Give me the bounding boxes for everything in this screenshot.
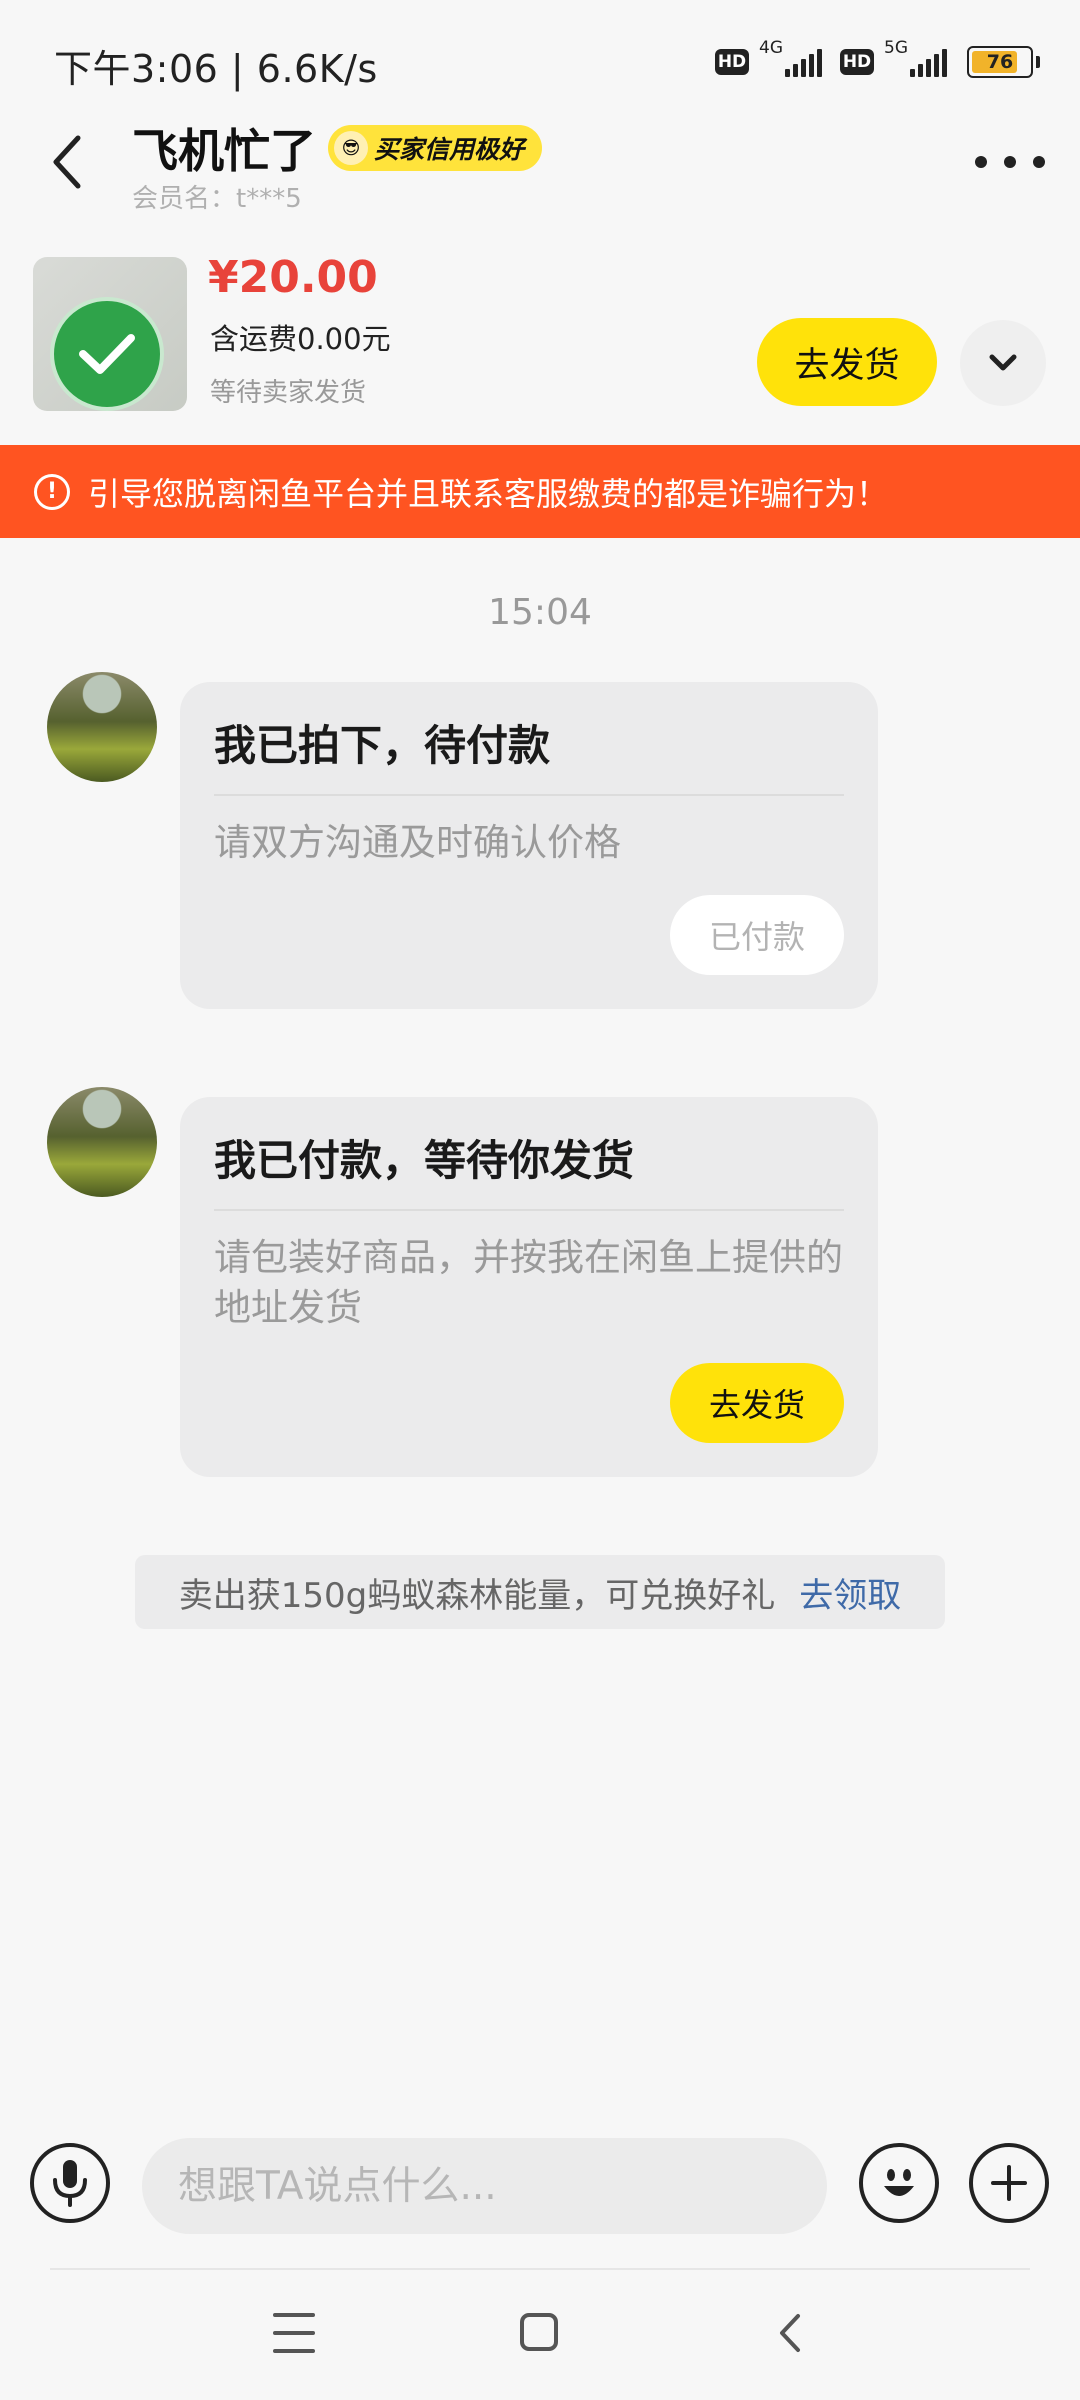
emoji-button[interactable] xyxy=(859,2143,939,2223)
more-actions-button[interactable] xyxy=(969,2143,1049,2223)
status-icons: HD 4G HD 5G 76 xyxy=(715,38,1040,84)
status-time: 下午3:06 | 6.6K/s xyxy=(54,47,378,91)
card-title: 我已付款，等待你发货 xyxy=(214,1136,635,1185)
card-divider xyxy=(214,794,844,796)
ship-button[interactable]: 去发货 xyxy=(757,318,937,406)
battery-tip xyxy=(1036,56,1040,68)
order-message-card: 我已付款，等待你发货 请包装好商品，并按我在闲鱼上提供的地址发货 去发货 xyxy=(180,1097,878,1477)
chevron-left-icon xyxy=(780,2314,800,2352)
warning-text: 引导您脱离闲鱼平台并且联系客服缴费的都是诈骗行为！ xyxy=(88,474,889,513)
more-dots-icon xyxy=(975,156,987,168)
card-description: 请包装好商品，并按我在闲鱼上提供的地址发货 xyxy=(214,1236,843,1329)
nav-menu-button[interactable] xyxy=(273,2313,315,2353)
network-type: 5G xyxy=(884,38,908,58)
fraud-warning-banner: ! 引导您脱离闲鱼平台并且联系客服缴费的都是诈骗行为！ xyxy=(0,445,1080,538)
card-title: 我已拍下，待付款 xyxy=(214,721,551,770)
order-message-card: 我已拍下，待付款 请双方沟通及时确认价格 已付款 xyxy=(180,682,878,1009)
shipping-fee: 含运费0.00元 xyxy=(210,322,391,356)
chat-partner-name[interactable]: 飞机忙了 xyxy=(132,115,316,181)
voice-button[interactable] xyxy=(30,2143,110,2223)
order-status: 等待卖家发货 xyxy=(210,378,367,408)
menu-icon xyxy=(273,2313,315,2317)
credit-badge-label: 买家信用极好 xyxy=(374,135,525,164)
plus-icon xyxy=(991,2165,1027,2201)
message-input[interactable] xyxy=(142,2138,827,2234)
check-icon xyxy=(50,297,164,411)
expand-button[interactable] xyxy=(960,320,1046,406)
sunglasses-face-icon: 😎 xyxy=(334,131,368,165)
back-button[interactable] xyxy=(40,125,94,199)
credit-badge[interactable]: 😎 买家信用极好 xyxy=(328,125,543,171)
warning-icon: ! xyxy=(34,473,70,510)
nav-back-button[interactable] xyxy=(770,2310,810,2356)
paid-button[interactable]: 已付款 xyxy=(670,895,844,975)
signal-icon xyxy=(910,47,947,77)
signal-icon xyxy=(785,47,822,77)
more-options-button[interactable] xyxy=(975,140,1045,184)
avatar[interactable] xyxy=(47,1087,157,1197)
nav-home-button[interactable] xyxy=(520,2313,558,2351)
hd-badge: HD xyxy=(715,49,749,75)
ship-button[interactable]: 去发货 xyxy=(670,1363,844,1443)
member-name: 会员名：t***5 xyxy=(132,184,302,214)
product-price: ¥20.00 xyxy=(208,252,378,303)
divider xyxy=(50,2268,1030,2270)
smiley-icon xyxy=(884,2169,914,2196)
network-type: 4G xyxy=(759,38,783,58)
card-divider xyxy=(214,1209,844,1211)
microphone-icon xyxy=(53,2160,87,2207)
battery-level: 76 xyxy=(986,51,1014,73)
chevron-down-icon xyxy=(989,354,1017,371)
claim-reward-link[interactable]: 去领取 xyxy=(799,1568,901,1617)
hd-badge: HD xyxy=(840,49,874,75)
chevron-left-icon xyxy=(53,135,81,189)
avatar[interactable] xyxy=(47,672,157,782)
status-bar: 下午3:06 | 6.6K/s HD 4G HD 5G 76 xyxy=(0,0,1080,110)
card-description: 请双方沟通及时确认价格 xyxy=(214,821,621,864)
reward-notice: 卖出获150g蚂蚁森林能量，可兑换好礼 去领取 xyxy=(135,1555,945,1629)
reward-text: 卖出获150g蚂蚁森林能量，可兑换好礼 xyxy=(178,1575,776,1616)
message-timestamp: 15:04 xyxy=(488,592,592,633)
battery-icon: 76 xyxy=(967,46,1033,78)
